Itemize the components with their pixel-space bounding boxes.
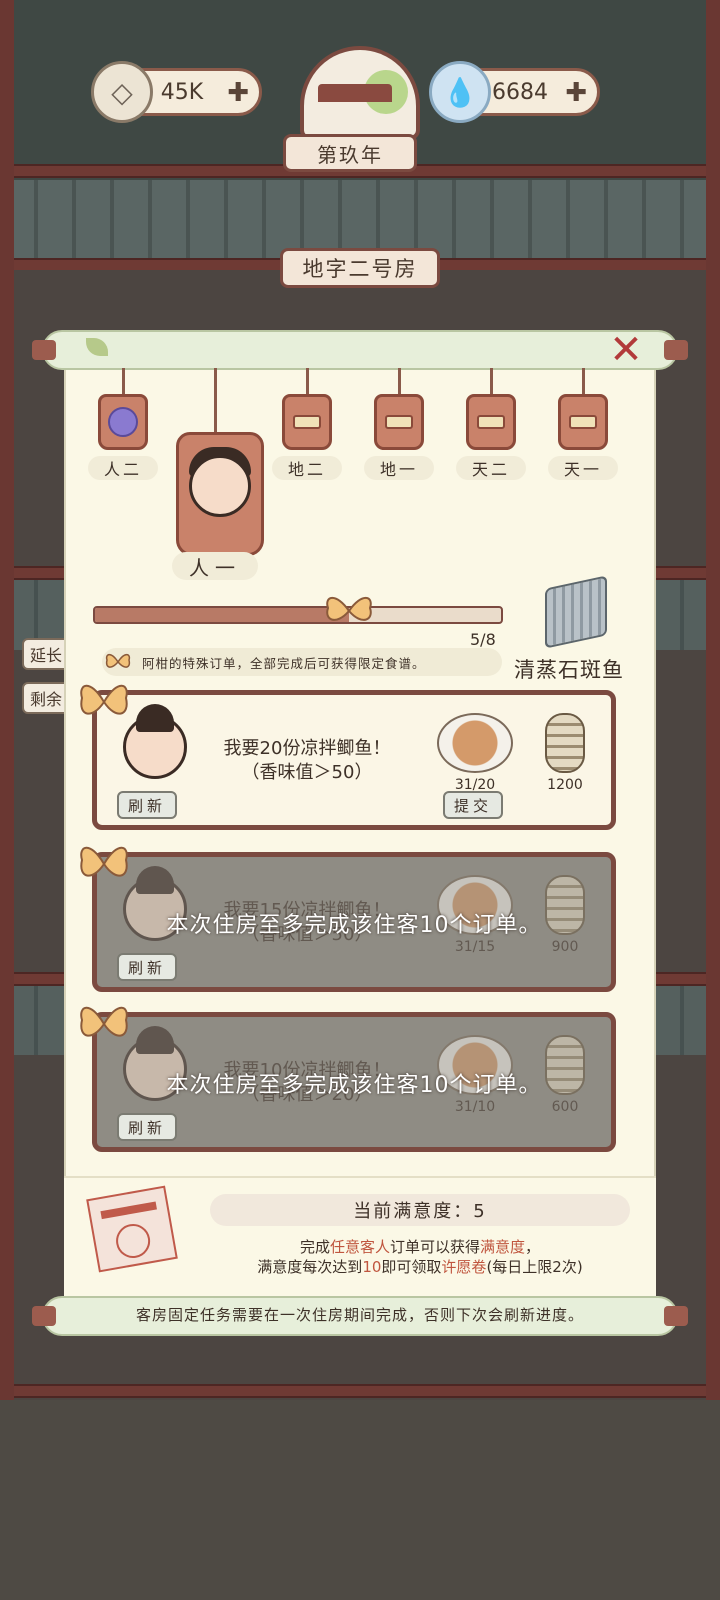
guest-tag-di-yi[interactable] <box>374 394 424 450</box>
room-title: 地字二号房 <box>280 248 440 288</box>
copper-coin-icon: ◇ <box>91 61 153 123</box>
background-beam <box>0 1384 720 1398</box>
order-card-locked: 我要10份凉拌鲫鱼！ （香味值＞20） 31/10 600 刷新 本次住房至多完… <box>92 1012 616 1152</box>
guest-tag-ren-er[interactable] <box>98 394 148 450</box>
tag-cord <box>306 368 309 396</box>
butterfly-icon <box>326 596 372 621</box>
order-progress: 31/10 <box>454 1099 496 1115</box>
butterfly-icon <box>80 684 128 715</box>
tag-cord <box>582 368 585 396</box>
order-reward: 900 <box>551 939 579 955</box>
close-button[interactable]: ✕ <box>606 330 646 370</box>
guest-tag-label: 人二 <box>88 456 158 480</box>
empty-slot-icon <box>477 415 505 429</box>
scroll-rod-top <box>32 330 688 370</box>
coin-counter[interactable]: ◇ 45K ✚ <box>91 61 262 123</box>
order-request-line1: 我要20份凉拌鲫鱼！ <box>223 738 391 759</box>
coin-string-icon <box>545 713 585 773</box>
guest-tag-label: 天二 <box>456 456 526 480</box>
refresh-button[interactable]: 刷新 <box>117 791 177 819</box>
special-order-progress-bar <box>93 606 503 624</box>
hair-bun <box>136 704 174 732</box>
butterfly-icon <box>80 1006 128 1037</box>
fruit-icon <box>108 407 138 437</box>
hair-bun <box>136 1026 174 1054</box>
order-reward: 600 <box>551 1099 579 1115</box>
butterfly-icon <box>80 846 128 877</box>
wish-ticket-icon[interactable] <box>86 1185 178 1273</box>
tag-cord <box>490 368 493 396</box>
background-ground <box>0 1400 720 1600</box>
fish-dish-icon <box>437 713 513 773</box>
order-reward: 1200 <box>547 777 583 793</box>
progress-fill <box>95 608 349 622</box>
order-card-locked: 我要15份凉拌鲫鱼！ （香味值＞50） 31/15 900 刷新 本次住房至多完… <box>92 852 616 992</box>
order-limit-message: 本次住房至多完成该住客10个订单。 <box>166 1073 542 1098</box>
special-order-note: 阿柑的特殊订单，全部完成后可获得限定食谱。 <box>102 648 502 676</box>
coin-amount: 45K <box>160 79 204 105</box>
building-roof-icon <box>318 84 392 102</box>
tag-cord <box>122 368 125 396</box>
guest-tag-ren-yi-selected[interactable] <box>176 432 264 556</box>
guest-order-panel <box>64 362 656 1300</box>
butterfly-icon <box>105 653 131 668</box>
add-coins-icon[interactable]: ✚ <box>227 78 249 108</box>
refresh-button[interactable]: 刷新 <box>117 1113 177 1141</box>
order-limit-message: 本次住房至多完成该住客10个订单。 <box>166 913 542 938</box>
satisfaction-rule-line1: 完成任意客人订单可以获得满意度， <box>299 1238 541 1256</box>
satisfaction-title: 当前满意度：5 <box>210 1194 630 1226</box>
submit-button[interactable]: 提交 <box>443 791 503 819</box>
order-progress: 31/15 <box>454 939 496 955</box>
refresh-button[interactable]: 刷新 <box>117 953 177 981</box>
guest-tag-tian-er[interactable] <box>466 394 516 450</box>
empty-slot-icon <box>385 415 413 429</box>
reward-recipe-name: 清蒸石斑鱼 <box>514 658 624 682</box>
gem-amount: 6684 <box>492 79 548 105</box>
guest-tag-label: 地一 <box>364 456 434 480</box>
guest-tag-label: 地二 <box>272 456 342 480</box>
guest-avatar <box>123 704 187 779</box>
order-card: 我要20份凉拌鲫鱼！ （香味值＞50） 31/20 1200 刷新 提交 <box>92 690 616 830</box>
satisfaction-rule-line2: 满意度每次达到10即可领取许愿卷(每日上限2次) <box>257 1258 583 1276</box>
special-progress-text: 5/8 <box>470 630 496 649</box>
water-drop-icon: 💧 <box>429 61 491 123</box>
guest-tag-label-selected: 人一 <box>172 552 258 580</box>
gem-counter[interactable]: 💧 6684 ✚ <box>429 61 600 123</box>
guest-tag-di-er[interactable] <box>282 394 332 450</box>
tag-cord <box>398 368 401 396</box>
tag-cord <box>214 368 217 434</box>
order-request-line2: （香味值＞50） <box>241 762 373 783</box>
fixed-task-note: 客房固定任务需要在一次住房期间完成，否则下次会刷新进度。 <box>135 1306 584 1324</box>
empty-slot-icon <box>293 415 321 429</box>
guest-tag-label: 天一 <box>548 456 618 480</box>
guest-tag-tian-yi[interactable] <box>558 394 608 450</box>
hair-bun <box>136 866 174 894</box>
guest-face-icon <box>189 455 251 517</box>
order-request: 我要20份凉拌鲫鱼！ （香味值＞50） <box>197 737 417 785</box>
background-pillar <box>0 0 14 1400</box>
add-gems-icon[interactable]: ✚ <box>565 78 587 108</box>
empty-slot-icon <box>569 415 597 429</box>
background-pillar <box>706 0 720 1400</box>
year-label: 第玖年 <box>283 134 417 172</box>
